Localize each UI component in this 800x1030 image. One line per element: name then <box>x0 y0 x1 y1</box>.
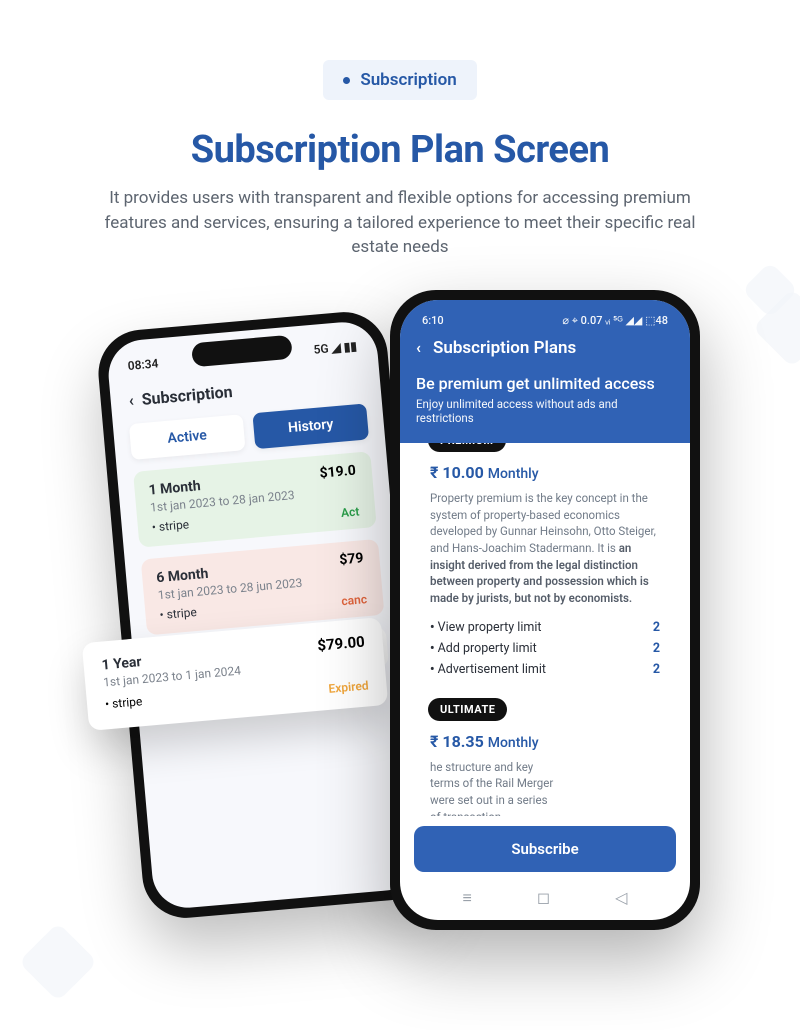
plan-card-premium[interactable]: PREMIUM ₹ 10.00 Monthly Property premium… <box>414 443 676 694</box>
card-price: $79 <box>339 550 364 568</box>
back-icon[interactable]: ‹ <box>128 391 135 410</box>
screen-title: Subscription Plans <box>433 338 576 358</box>
plans-header: 6:10 ⌀ ⌖ 0.07 ᵥᵢ ⁵ᴳ ◢◢ ⬚48 ‹ Subscriptio… <box>400 300 690 443</box>
hero-heading: Be premium get unlimited access <box>416 374 674 393</box>
status-badge: canc <box>341 592 368 608</box>
back-icon[interactable]: ‹ <box>416 338 421 357</box>
phone-mockup-history: 08:34 5G ◢ ▮▮ ‹ Subscription Active Hist… <box>95 308 435 921</box>
nav-home-icon[interactable]: ◻ <box>537 888 550 907</box>
status-time: 6:10 <box>422 314 444 328</box>
hero-subtext: Enjoy unlimited access without ads and r… <box>416 397 674 425</box>
tab-history[interactable]: History <box>252 403 369 449</box>
screen-title: Subscription <box>141 382 233 409</box>
screen-title-row: ‹ Subscription Plans <box>416 338 674 358</box>
plan-description: he structure and key terms of the Rail M… <box>430 759 560 816</box>
tab-active[interactable]: Active <box>129 414 246 460</box>
status-icons: ⌀ ⌖ 0.07 ᵥᵢ ⁵ᴳ ◢◢ ⬚48 <box>562 314 668 328</box>
nav-menu-icon[interactable]: ≡ <box>463 888 472 908</box>
limit-label: Advertisement limit <box>430 662 546 677</box>
plan-description: Property premium is the key concept in t… <box>430 490 660 607</box>
android-nav-bar: ≡ ◻ ◁ <box>400 878 690 920</box>
limit-row: Add property limit 2 <box>430 638 660 659</box>
limit-value: 2 <box>653 641 660 656</box>
subscribe-button[interactable]: Subscribe <box>414 826 676 872</box>
plan-card-ultimate[interactable]: ULTIMATE ₹ 18.35 Monthly he structure an… <box>414 708 676 816</box>
phone-stage: 08:34 5G ◢ ▮▮ ‹ Subscription Active Hist… <box>0 290 800 1010</box>
plans-body: PREMIUM ₹ 10.00 Monthly Property premium… <box>400 443 690 816</box>
limit-label: View property limit <box>430 620 541 635</box>
card-price: $19.0 <box>319 462 356 481</box>
page-title: Subscription Plan Screen <box>0 128 800 172</box>
history-card-1month[interactable]: 1 Month 1st jan 2023 to 28 jan 2023 stri… <box>133 451 377 547</box>
plan-price: ₹ 18.35 Monthly <box>430 732 660 751</box>
nav-back-icon[interactable]: ◁ <box>615 888 627 907</box>
limit-value: 2 <box>653 662 660 677</box>
chip-dot-icon <box>343 77 350 84</box>
limit-label: Add property limit <box>430 641 537 656</box>
limit-value: 2 <box>653 620 660 635</box>
subscribe-wrap: Subscribe <box>400 816 690 878</box>
limit-row: View property limit 2 <box>430 617 660 638</box>
chip-label: Subscription <box>360 70 456 90</box>
card-price: $79.00 <box>317 633 366 655</box>
status-badge: Expired <box>328 678 369 695</box>
status-bar: 6:10 ⌀ ⌖ 0.07 ᵥᵢ ⁵ᴳ ◢◢ ⬚48 <box>416 312 674 338</box>
plan-price: ₹ 10.00 Monthly <box>430 463 660 482</box>
status-badge: Act <box>340 504 359 520</box>
plan-badge: PREMIUM <box>428 443 506 452</box>
limit-row: Advertisement limit 2 <box>430 659 660 680</box>
status-time: 08:34 <box>127 356 159 373</box>
plan-badge: ULTIMATE <box>428 698 507 721</box>
category-chip: Subscription <box>323 60 476 100</box>
page-subtitle: It provides users with transparent and f… <box>90 186 710 260</box>
plan-limits: View property limit 2 Add property limit… <box>430 617 660 680</box>
phone-mockup-plans: 6:10 ⌀ ⌖ 0.07 ᵥᵢ ⁵ᴳ ◢◢ ⬚48 ‹ Subscriptio… <box>390 290 700 930</box>
